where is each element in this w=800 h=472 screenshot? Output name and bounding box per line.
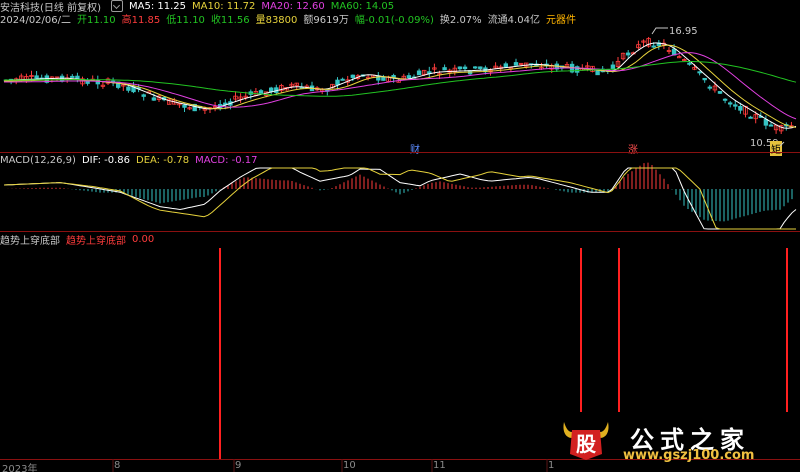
x-label-sep: 9	[235, 460, 242, 471]
candle-body	[141, 94, 146, 97]
candle-body	[472, 66, 478, 69]
candle-body	[350, 74, 355, 78]
candle-body	[513, 62, 519, 66]
x-label-2023: 2023年	[2, 464, 38, 472]
candle-body	[442, 67, 447, 71]
candle-body	[728, 102, 733, 105]
bull-logo-icon: 股	[563, 422, 609, 460]
candle-body	[151, 97, 157, 101]
candle-body	[610, 64, 616, 70]
low-marker-line	[779, 141, 785, 147]
candle-body	[34, 75, 39, 79]
candle-body	[717, 91, 723, 94]
candle-body	[503, 63, 508, 68]
candle-body	[697, 71, 702, 74]
candle-body	[738, 106, 743, 111]
candle-body	[626, 52, 631, 56]
candle-body	[340, 78, 345, 81]
candle-body	[416, 70, 422, 76]
dif-line	[3, 167, 797, 230]
x-label-jan: 1	[548, 460, 555, 471]
candle-body	[406, 75, 412, 79]
candle-body	[733, 104, 738, 107]
candle-body	[748, 116, 753, 119]
watermark-logo: 股 公式之家 www.gszj100.com	[560, 418, 800, 472]
candle-body	[478, 66, 483, 69]
candle-body	[763, 119, 769, 126]
candle-body	[768, 124, 774, 127]
dea-line	[3, 167, 796, 230]
candle-body	[722, 98, 728, 101]
chart-window: 安洁科技(日线 前复权) MA5: 11.25 MA10: 11.72 MA20…	[0, 0, 800, 472]
x-label-aug: 8	[114, 460, 121, 471]
candle-body	[258, 90, 264, 94]
candle-body	[95, 79, 100, 85]
candle-body	[702, 77, 707, 81]
candle-body	[70, 75, 75, 78]
candle-body	[335, 79, 340, 86]
svg-text:股: 股	[576, 432, 596, 456]
chart-canvas[interactable]	[0, 0, 800, 472]
candle-body	[126, 86, 131, 91]
candle-body	[707, 86, 712, 89]
candle-body	[182, 104, 187, 108]
high-marker-line	[651, 27, 668, 35]
candle-body	[381, 76, 386, 81]
watermark-url: www.gszj100.com	[623, 448, 755, 463]
candle-body	[59, 75, 65, 82]
candle-body	[651, 45, 656, 48]
candle-body	[687, 62, 692, 65]
candle-body	[457, 66, 463, 70]
x-label-oct: 10	[343, 460, 356, 471]
candle-body	[462, 66, 468, 70]
x-label-nov: 11	[433, 460, 446, 471]
